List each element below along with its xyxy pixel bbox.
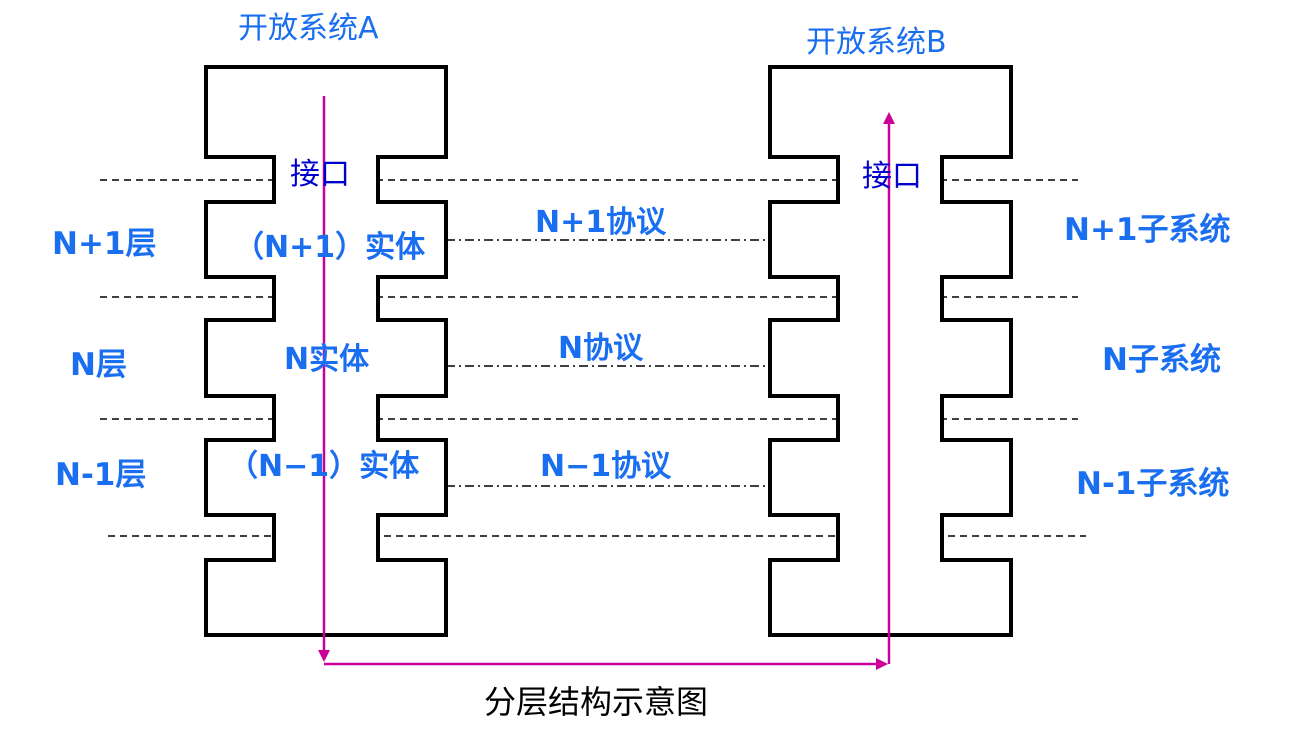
layer-label-middle: N层 [70, 347, 127, 383]
diagram-caption: 分层结构示意图 [484, 683, 709, 721]
protocol-label-lower: N−1协议 [540, 449, 672, 484]
protocol-label-middle: N协议 [558, 331, 644, 366]
system-b-title: 开放系统B [806, 25, 947, 60]
layer-label-lower: N-1层 [55, 457, 147, 493]
interface-a-label: 接口 [290, 157, 350, 192]
system-b-outline [768, 65, 1013, 637]
interface-b-label: 接口 [862, 159, 922, 194]
protocol-label-upper: N+1协议 [535, 205, 667, 240]
system-a-title: 开放系统A [238, 11, 379, 46]
subsystem-label-middle: N子系统 [1102, 342, 1221, 378]
layer-label-upper: N+1层 [52, 226, 157, 262]
entity-label-middle: N实体 [284, 342, 370, 377]
entity-label-lower: （N−1）实体 [228, 449, 420, 484]
subsystem-label-upper: N+1子系统 [1064, 212, 1231, 248]
entity-label-upper: （N+1）实体 [234, 230, 426, 265]
subsystem-label-lower: N-1子系统 [1076, 466, 1230, 502]
